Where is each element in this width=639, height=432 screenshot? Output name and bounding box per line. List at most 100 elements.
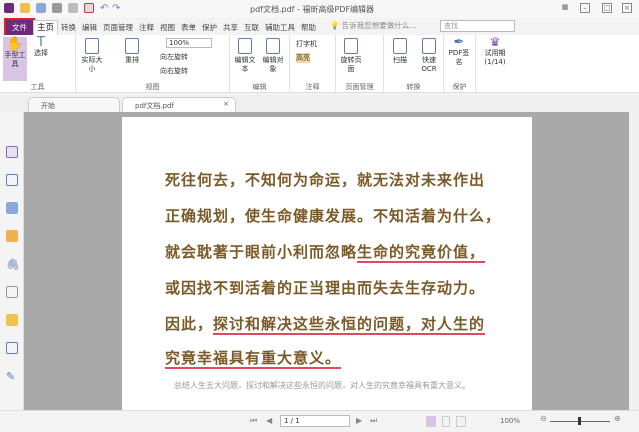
print-icon[interactable]	[52, 3, 62, 13]
group-label: 视图	[145, 83, 160, 91]
tab-form[interactable]: 表单	[178, 20, 199, 35]
next-page-button[interactable]: ▶	[356, 416, 362, 425]
minimize-button[interactable]: –	[580, 3, 590, 13]
tab-protect[interactable]: 保护	[199, 20, 220, 35]
maximize-button[interactable]: □	[602, 3, 612, 13]
tell-me-search[interactable]: 💡 告诉我您想要做什么...	[330, 20, 416, 31]
tab-view[interactable]: 视图	[157, 20, 178, 35]
tab-pdf-document[interactable]: pdf文档.pdf ×	[122, 97, 236, 112]
pages-icon[interactable]	[6, 174, 18, 186]
form-fields-icon[interactable]	[6, 342, 18, 354]
pdf-sign-button[interactable]: ✒ PDF签名	[448, 35, 470, 67]
new-icon[interactable]	[84, 3, 94, 13]
facing-view-icon[interactable]	[456, 416, 466, 427]
select-button[interactable]: T 选择	[30, 35, 52, 58]
rotate-page-button[interactable]: 旋转页面	[340, 38, 362, 74]
scan-label: 扫描	[393, 56, 407, 64]
trial-label: 试用期(1/14)	[484, 49, 506, 66]
tab-help[interactable]: 帮助	[298, 20, 319, 35]
comments-icon[interactable]	[6, 230, 18, 242]
hand-tool-button[interactable]: ✋ 手型工具	[3, 37, 27, 81]
tab-label: pdf文档.pdf	[135, 102, 174, 110]
zoom-in-icon[interactable]: ⊕	[614, 414, 621, 423]
tab-edit[interactable]: 编辑	[79, 20, 100, 35]
redo-icon[interactable]: ↷	[112, 3, 122, 14]
layers-icon[interactable]	[6, 202, 18, 214]
zoom-level: 100%	[500, 417, 521, 425]
group-edit: 编辑文本 编辑对象 编辑	[230, 35, 290, 93]
highlight-button[interactable]: 高亮	[296, 53, 310, 63]
app-logo-icon	[4, 3, 14, 13]
last-page-button[interactable]: ⏭	[370, 416, 377, 426]
scan-button[interactable]: 扫描	[390, 38, 410, 65]
menu-tabs: 文件 主页 转换 编辑 页面管理 注释 视图 表单 保护 共享 互联 辅助工具 …	[0, 18, 639, 37]
edit-object-button[interactable]: 编辑对象	[262, 38, 284, 74]
edit-object-icon	[266, 38, 280, 54]
tab-accessibility[interactable]: 辅助工具	[262, 20, 298, 35]
scan-icon	[393, 38, 407, 54]
email-icon[interactable]	[68, 3, 78, 13]
text-line: 正确规划，使生命健康发展。不知活着为什么，	[165, 205, 501, 226]
rotate-page-label: 旋转页面	[340, 56, 362, 73]
zoom-slider-handle[interactable]	[578, 417, 581, 425]
pen-icon: ✒	[453, 35, 465, 50]
rotate-left-button[interactable]: 向左旋转	[160, 52, 188, 62]
page-number-input[interactable]: 1 / 1	[280, 415, 350, 427]
certificate-icon[interactable]: ✎	[6, 370, 18, 383]
edit-text-button[interactable]: 编辑文本	[234, 38, 256, 74]
find-input[interactable]: 查找	[440, 20, 515, 32]
signature-panel-icon[interactable]	[6, 286, 18, 298]
rotate-right-button[interactable]: 向右旋转	[160, 66, 188, 76]
group-label: 转换	[406, 83, 421, 91]
text-cursor-icon: T	[37, 35, 45, 50]
prev-page-button[interactable]: ◀	[266, 416, 272, 425]
ocr-icon	[422, 38, 436, 54]
group-label: 页面管理	[345, 83, 374, 91]
undo-icon[interactable]: ↶	[100, 3, 110, 14]
hand-icon: ✋	[6, 36, 24, 52]
zoom-out-icon[interactable]: ⊖	[540, 414, 547, 423]
tab-file[interactable]: 文件	[4, 18, 35, 37]
quick-ocr-label: 快速OCR	[421, 56, 437, 73]
tab-share[interactable]: 共享	[220, 20, 241, 35]
attachment-icon[interactable]: 🖇	[6, 258, 20, 271]
tab-convert[interactable]: 转换	[58, 20, 79, 35]
close-button[interactable]: ×	[622, 3, 632, 13]
zoom-select[interactable]: 100%	[166, 38, 212, 48]
lightbulb-icon: 💡	[330, 21, 340, 30]
open-icon[interactable]	[20, 3, 30, 13]
ribbon: ✋ 手型工具 T 选择 工具 实际大小 重排 100% 向左旋转 向右旋转 视图 编…	[0, 35, 639, 93]
group-tools: ✋ 手型工具 T 选择 工具	[0, 35, 76, 93]
typewriter-button[interactable]: 打字机	[296, 39, 317, 49]
reflow-icon	[125, 38, 139, 54]
quick-ocr-button[interactable]: 快速OCR	[418, 38, 440, 74]
title-bar: ↶ ↷ pdf文档.pdf - 福昕高级PDF编辑器 ▦ – □ ×	[0, 0, 639, 18]
text-segment: 正确规划，使生命健康发展。不知活着为什么，	[165, 207, 502, 225]
page-thumbnails-icon[interactable]	[6, 146, 18, 158]
group-label: 注释	[305, 83, 320, 91]
left-sidebar: 🖇 ✎	[0, 112, 24, 410]
close-tab-icon[interactable]: ×	[223, 100, 229, 108]
tab-comment[interactable]: 注释	[136, 20, 157, 35]
tab-home[interactable]: 主页	[33, 20, 59, 35]
text-segment: 死往何去，不知何为命运，就无法对未来作出	[165, 171, 486, 189]
tab-connect[interactable]: 互联	[241, 20, 262, 35]
tab-start[interactable]: 开始	[28, 97, 120, 112]
text-segment: 因此，	[165, 315, 214, 333]
actual-size-button[interactable]: 实际大小	[80, 38, 104, 74]
layout-icon[interactable]: ▦	[560, 3, 570, 13]
text-segment: 或因找不到活着的正当理由而失去生存动力。	[165, 279, 486, 297]
first-page-button[interactable]: ⏮	[250, 416, 257, 426]
select-label: 选择	[34, 49, 48, 57]
save-icon[interactable]	[36, 3, 46, 13]
vertical-scrollbar[interactable]	[629, 112, 639, 410]
lock-icon[interactable]	[6, 314, 18, 326]
trial-button[interactable]: ♛ 试用期(1/14)	[480, 36, 510, 67]
actual-size-label: 实际大小	[81, 56, 103, 73]
continuous-view-icon[interactable]	[442, 416, 450, 427]
tab-organize[interactable]: 页面管理	[100, 20, 136, 35]
text-line: 究竟幸福具有重大意义。	[165, 347, 342, 369]
reflow-button[interactable]: 重排	[122, 38, 142, 65]
reflow-label: 重排	[125, 56, 139, 64]
single-page-view-icon[interactable]	[426, 416, 436, 427]
